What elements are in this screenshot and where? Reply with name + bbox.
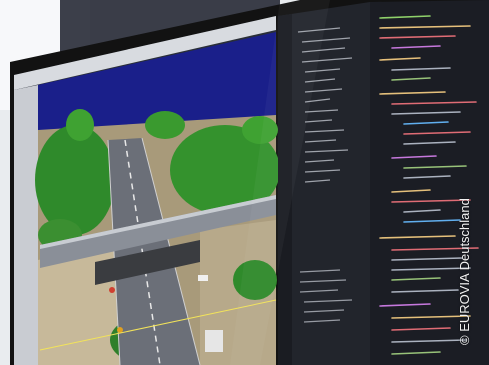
construction-marker — [109, 287, 115, 293]
photo-credit: © EUROVIA Deutschland — [457, 198, 472, 345]
construction-container — [205, 330, 223, 352]
photo-scene — [0, 0, 489, 365]
app-side-panel — [14, 85, 38, 365]
vegetation-mid — [145, 111, 185, 139]
construction-vehicle — [198, 275, 208, 281]
vegetation-left — [35, 125, 115, 235]
vegetation-left-top — [66, 109, 94, 141]
